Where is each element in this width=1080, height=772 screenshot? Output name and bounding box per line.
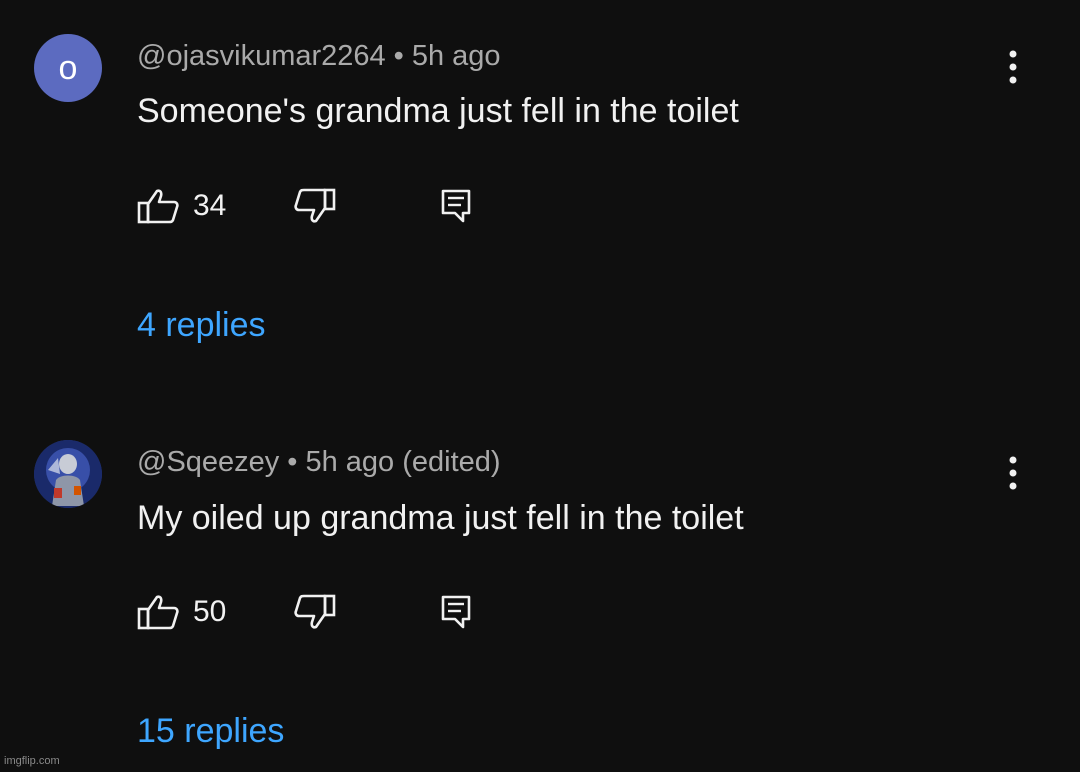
- dislike-button[interactable]: [294, 186, 336, 226]
- more-vert-icon: [1009, 456, 1017, 490]
- avatar-letter: o: [58, 48, 78, 87]
- like-button[interactable]: 34: [137, 186, 226, 226]
- reply-icon: [441, 189, 471, 223]
- comment-time[interactable]: 5h ago (edited): [305, 446, 500, 478]
- author-name[interactable]: @ojasvikumar2264: [137, 40, 386, 72]
- comment-actions: 34: [137, 186, 537, 226]
- comment-text: My oiled up grandma just fell in the toi…: [137, 499, 744, 537]
- comment-time[interactable]: 5h ago: [412, 40, 501, 72]
- replies-link[interactable]: 15 replies: [137, 712, 284, 751]
- reply-icon: [441, 595, 471, 629]
- comment-actions: 50: [137, 592, 537, 632]
- watermark: imgflip.com: [4, 755, 60, 767]
- header-separator: •: [287, 446, 298, 478]
- more-vert-icon: [1009, 50, 1017, 84]
- header-separator: •: [393, 40, 404, 72]
- avatar[interactable]: o: [34, 34, 102, 102]
- thumbs-down-icon: [294, 188, 336, 223]
- like-button[interactable]: 50: [137, 592, 226, 632]
- like-count: 50: [193, 595, 227, 628]
- comment-text: Someone's grandma just fell in the toile…: [137, 92, 739, 130]
- comment-header: @ojasvikumar2264 • 5h ago: [137, 40, 501, 73]
- like-count: 34: [193, 189, 227, 222]
- more-options-button[interactable]: [996, 451, 1030, 495]
- reply-button[interactable]: [441, 186, 471, 226]
- thumbs-up-icon: [137, 595, 179, 630]
- thumbs-up-icon: [137, 189, 179, 224]
- dislike-button[interactable]: [294, 592, 336, 632]
- comment-header: @Sqeezey • 5h ago (edited): [137, 446, 501, 479]
- replies-link[interactable]: 4 replies: [137, 306, 266, 345]
- avatar-image: [34, 440, 102, 508]
- more-options-button[interactable]: [996, 45, 1030, 89]
- avatar[interactable]: [34, 440, 102, 508]
- reply-button[interactable]: [441, 592, 471, 632]
- author-name[interactable]: @Sqeezey: [137, 446, 279, 478]
- thumbs-down-icon: [294, 594, 336, 629]
